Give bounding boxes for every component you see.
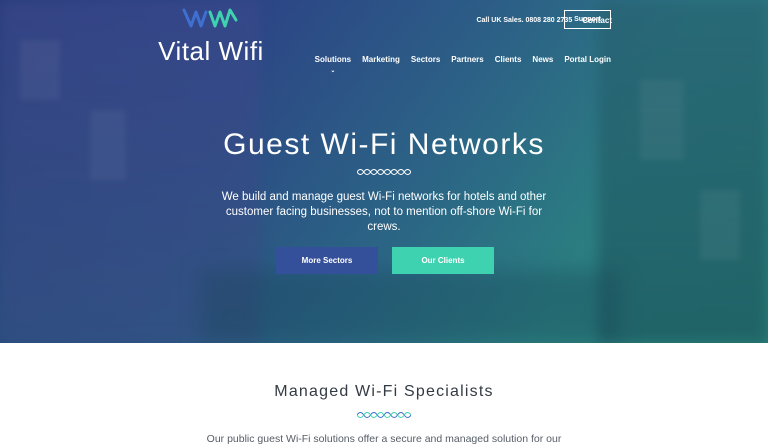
nav-item-portal-login[interactable]: Portal Login: [564, 55, 611, 64]
nav-item-partners[interactable]: Partners: [451, 55, 483, 64]
nav-item-sectors[interactable]: Sectors: [411, 55, 440, 64]
hero-subtitle: We build and manage guest Wi-Fi networks…: [221, 191, 547, 233]
hero-title: Guest Wi-Fi Networks: [223, 128, 545, 161]
wave-divider-icon: [357, 412, 411, 418]
nav-item-label: Solutions: [314, 55, 352, 64]
hero-banner: Vital Wifi Call UK Sales. 0808 280 2735 …: [0, 0, 768, 343]
nav-item-marketing[interactable]: Marketing: [362, 55, 400, 64]
nav-item-solutions[interactable]: Solutions ⌄: [314, 55, 352, 74]
more-sectors-button[interactable]: More Sectors: [276, 247, 378, 274]
our-clients-button[interactable]: Our Clients: [392, 247, 494, 274]
support-button[interactable]: Support: [564, 10, 611, 29]
nav-item-clients[interactable]: Clients: [495, 55, 522, 64]
site-logo[interactable]: Vital Wifi: [158, 6, 264, 66]
main-nav: Solutions ⌄ Marketing Sectors Partners C…: [314, 55, 611, 74]
section-title: Managed Wi-Fi Specialists: [274, 383, 494, 400]
section-text: Our public guest Wi-Fi solutions offer a…: [206, 433, 562, 445]
sales-phone[interactable]: Call UK Sales. 0808 280 2735: [476, 17, 572, 24]
wave-divider-icon: [357, 169, 411, 175]
wave-logo-icon: [182, 8, 238, 28]
brand-name: Vital Wifi: [158, 36, 264, 66]
chevron-down-icon: ⌄: [330, 68, 336, 74]
nav-item-news[interactable]: News: [532, 55, 553, 64]
